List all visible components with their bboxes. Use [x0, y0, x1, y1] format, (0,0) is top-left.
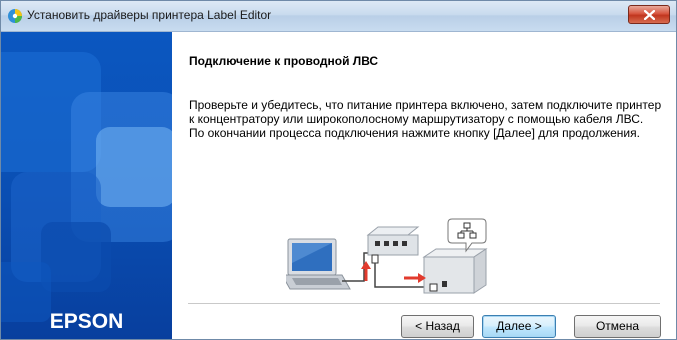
right-arrow-icon	[404, 273, 426, 283]
network-hub-icon	[366, 226, 420, 256]
back-button[interactable]: < Назад	[401, 315, 474, 338]
window-title: Установить драйверы принтера Label Edito…	[27, 8, 272, 22]
close-button[interactable]	[628, 5, 670, 24]
close-icon	[644, 10, 655, 20]
up-arrow-icon	[361, 261, 371, 281]
printer-icon	[422, 248, 488, 294]
next-button[interactable]: Далее >	[482, 315, 556, 338]
instruction-paragraph-1: Проверьте и убедитесь, что питание принт…	[189, 98, 662, 126]
instructions: Проверьте и убедитесь, что питание принт…	[189, 98, 669, 140]
cable-plug	[371, 254, 379, 264]
connection-illustration	[286, 218, 488, 294]
page-title: Подключение к проводной ЛВС	[189, 54, 379, 68]
instruction-paragraph-2: По окончании процесса подключения нажмит…	[189, 126, 640, 140]
epson-logo: EPSON	[49, 310, 124, 333]
laptop-icon	[286, 238, 351, 290]
sidebar-decoration	[1, 52, 172, 322]
network-speech-bubble-icon	[447, 218, 487, 253]
title-bar[interactable]: Установить драйверы принтера Label Edito…	[1, 1, 676, 32]
footer-divider	[188, 303, 660, 305]
main-panel: Подключение к проводной ЛВС Проверьте и …	[172, 32, 676, 339]
cancel-button[interactable]: Отмена	[574, 315, 661, 338]
cable-to-printer	[374, 263, 424, 288]
app-installer-icon	[7, 8, 23, 24]
sidebar-banner: EPSON	[1, 32, 172, 339]
installer-window: Установить драйверы принтера Label Edito…	[0, 0, 677, 340]
